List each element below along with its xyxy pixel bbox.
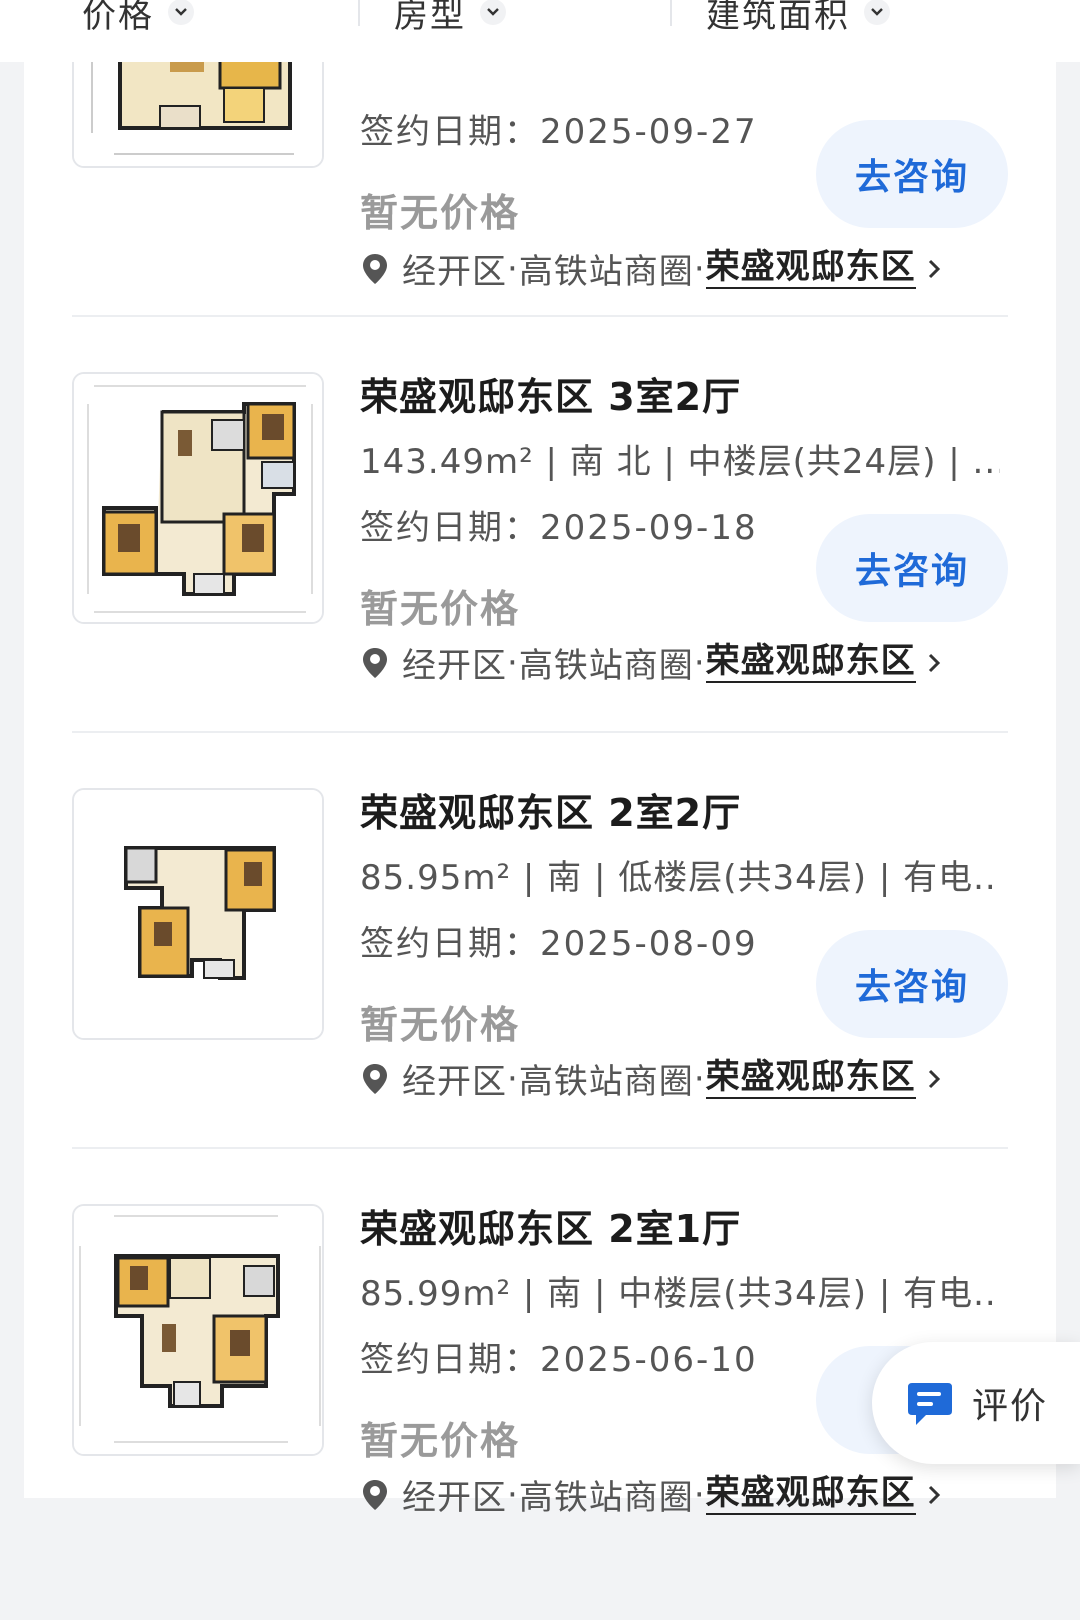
district-text: 经开区 — [402, 1062, 507, 1102]
sign-date: 签约日期：2025-09-18 — [360, 508, 758, 548]
divider — [72, 1147, 1008, 1149]
chevron-down-icon — [864, 0, 890, 25]
business-area-text: 高铁站商圈 — [518, 1062, 694, 1102]
filter-divider — [358, 0, 360, 26]
dot-separator: · — [507, 642, 519, 683]
listing-meta: 143.49m² | 南 北 | 中楼层(共24层) | ... — [360, 442, 1000, 482]
district-text: 经开区 — [402, 252, 507, 292]
sign-date: 签约日期：2025-08-09 — [360, 924, 758, 964]
filter-price-label: 价格 — [82, 0, 154, 36]
chevron-down-icon — [480, 0, 506, 25]
location-pin-icon — [363, 1063, 387, 1094]
consult-button[interactable]: 去咨询 — [816, 514, 1008, 622]
community-link[interactable]: 荣盛观邸东区 — [705, 1473, 916, 1516]
chevron-right-icon — [928, 1485, 940, 1504]
business-area-text: 高铁站商圈 — [518, 252, 694, 292]
district-text: 经开区 — [402, 1478, 507, 1518]
chevron-right-icon — [928, 653, 940, 672]
listing-title: 荣盛观邸东区 3室2厅 — [360, 375, 742, 419]
dot-separator: · — [693, 1474, 706, 1515]
location-pin-icon — [363, 1479, 387, 1510]
floorplan-image — [72, 372, 324, 624]
filter-divider — [670, 0, 672, 26]
filter-bar: 价格 房型 建筑面积 — [0, 0, 1080, 62]
review-label: 评价 — [972, 1386, 1049, 1427]
district-text: 经开区 — [402, 646, 507, 686]
dot-separator: · — [507, 1058, 519, 1099]
community-link[interactable]: 荣盛观邸东区 — [705, 1057, 916, 1100]
listing-card[interactable]: 荣盛观邸东区 2室2厅 85.95m² | 南 | 低楼层(共34层) | 有电… — [72, 788, 1008, 1204]
dot-separator: · — [693, 642, 706, 683]
chevron-down-icon — [168, 0, 194, 25]
dot-separator: · — [507, 248, 519, 289]
price-text: 暂无价格 — [360, 1003, 521, 1047]
review-float-button[interactable]: 评价 — [872, 1342, 1080, 1464]
floorplan-image — [72, 788, 324, 1040]
filter-layout-label: 房型 — [394, 0, 466, 36]
divider — [72, 731, 1008, 733]
location-pin-icon — [363, 253, 387, 284]
location-pin-icon — [363, 647, 387, 678]
price-text: 暂无价格 — [360, 1419, 521, 1463]
community-link[interactable]: 荣盛观邸东区 — [705, 641, 916, 684]
chat-icon — [908, 1383, 952, 1425]
filter-layout[interactable]: 房型 — [394, 0, 506, 42]
floorplan-image — [72, 1204, 324, 1456]
sign-date: 签约日期：2025-09-27 — [360, 112, 758, 152]
business-area-text: 高铁站商圈 — [518, 646, 694, 686]
business-area-text: 高铁站商圈 — [518, 1478, 694, 1518]
dot-separator: · — [507, 1474, 519, 1515]
chevron-right-icon — [928, 1069, 940, 1088]
dot-separator: · — [693, 1058, 706, 1099]
community-link[interactable]: 荣盛观邸东区 — [705, 247, 916, 290]
listing-card[interactable]: 荣盛观邸东区 2室1厅 85.99m² | 南 | 中楼层(共34层) | 有电… — [72, 1204, 1008, 1620]
filter-price[interactable]: 价格 — [82, 0, 194, 42]
listing-list: 签约日期：2025-09-27 暂无价格 去咨询 经开区 · 高铁站商圈 · 荣… — [24, 0, 1056, 1518]
listing-title: 荣盛观邸东区 2室1厅 — [360, 1207, 742, 1251]
listing-card[interactable]: 荣盛观邸东区 3室2厅 143.49m² | 南 北 | 中楼层(共24层) |… — [72, 372, 1008, 788]
dot-separator: · — [693, 248, 706, 289]
listing-meta: 85.99m² | 南 | 中楼层(共34层) | 有电... — [360, 1274, 1000, 1314]
filter-area-label: 建筑面积 — [706, 0, 850, 36]
price-text: 暂无价格 — [360, 191, 521, 235]
consult-button[interactable]: 去咨询 — [816, 120, 1008, 228]
chevron-right-icon — [928, 259, 940, 278]
listing-meta: 85.95m² | 南 | 低楼层(共34层) | 有电... — [360, 858, 1000, 898]
location-row[interactable]: 经开区 · 高铁站商圈 · 荣盛观邸东区 — [360, 1054, 944, 1103]
listing-title: 荣盛观邸东区 2室2厅 — [360, 791, 742, 835]
price-text: 暂无价格 — [360, 587, 521, 631]
location-row[interactable]: 经开区 · 高铁站商圈 · 荣盛观邸东区 — [360, 244, 944, 293]
divider — [72, 315, 1008, 317]
location-row[interactable]: 经开区 · 高铁站商圈 · 荣盛观邸东区 — [360, 638, 944, 687]
sign-date: 签约日期：2025-06-10 — [360, 1340, 758, 1380]
location-row[interactable]: 经开区 · 高铁站商圈 · 荣盛观邸东区 — [360, 1470, 944, 1519]
filter-area[interactable]: 建筑面积 — [706, 0, 890, 42]
consult-button[interactable]: 去咨询 — [816, 930, 1008, 1038]
